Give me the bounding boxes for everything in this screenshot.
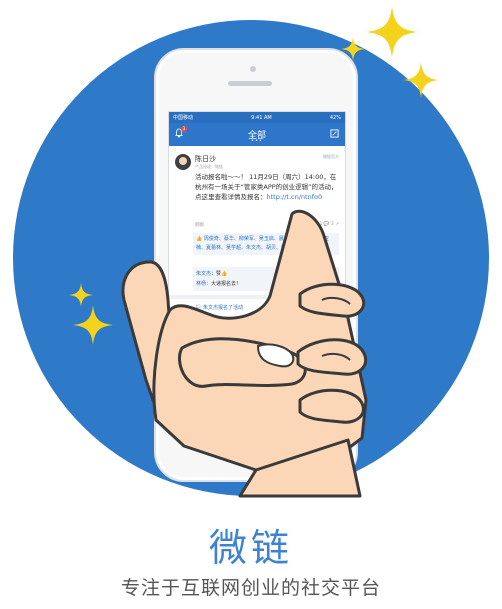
brand-name: 微链 (208, 526, 293, 570)
tagline: 专注于互联网创业的社交平台 (120, 577, 381, 599)
